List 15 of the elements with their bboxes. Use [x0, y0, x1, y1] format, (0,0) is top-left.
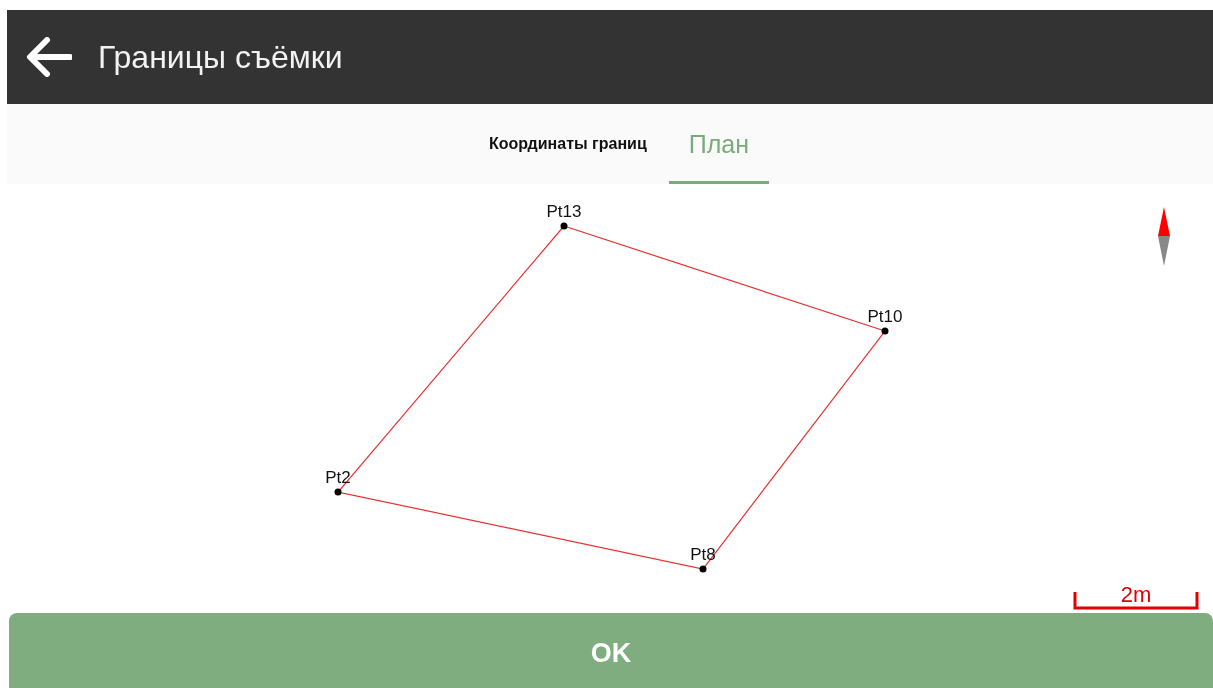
point-label: Pt2 — [325, 468, 351, 487]
survey-point — [699, 565, 707, 573]
back-arrow-icon[interactable] — [26, 37, 72, 77]
tab[interactable]: План — [668, 104, 770, 184]
point-label: Pt8 — [690, 545, 716, 564]
point-label: Pt13 — [546, 202, 582, 221]
survey-point — [881, 327, 889, 335]
point-label: Pt10 — [867, 307, 903, 326]
north-arrow-icon — [1158, 207, 1170, 266]
tab[interactable]: Координаты границ — [468, 104, 667, 184]
survey-point — [560, 222, 568, 230]
ok-button[interactable]: OK — [9, 613, 1213, 688]
scale-label: 2m — [1120, 582, 1152, 607]
screen-title: Границы съёмки — [98, 38, 343, 76]
survey-point — [334, 488, 342, 496]
